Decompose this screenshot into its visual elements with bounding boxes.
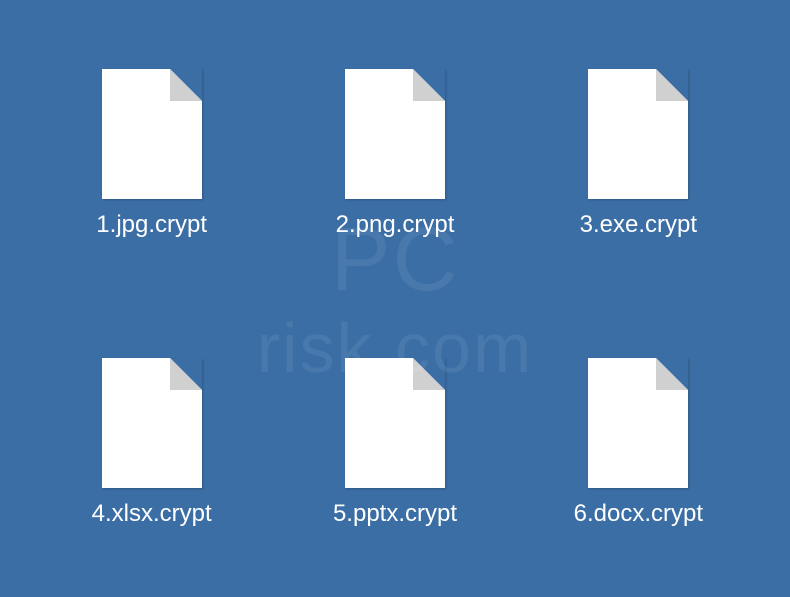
file-label: 4.xlsx.crypt [92, 500, 212, 528]
file-item[interactable]: 1.jpg.crypt [91, 64, 212, 244]
file-item[interactable]: 6.docx.crypt [569, 353, 708, 533]
file-label: 1.jpg.crypt [96, 211, 207, 239]
file-item[interactable]: 5.pptx.crypt [328, 353, 462, 533]
file-icon [102, 358, 202, 488]
file-item[interactable]: 3.exe.crypt [575, 64, 702, 244]
file-icon [102, 69, 202, 199]
file-label: 6.docx.crypt [574, 500, 703, 528]
file-icon [588, 69, 688, 199]
file-icon [345, 69, 445, 199]
file-icon [345, 358, 445, 488]
desktop-area: 1.jpg.crypt 2.png.crypt 3.exe.crypt 4.xl… [0, 0, 790, 597]
file-item[interactable]: 4.xlsx.crypt [87, 353, 217, 533]
file-icon [588, 358, 688, 488]
file-item[interactable]: 2.png.crypt [331, 64, 460, 244]
file-label: 2.png.crypt [336, 211, 455, 239]
file-label: 3.exe.crypt [580, 211, 697, 239]
file-label: 5.pptx.crypt [333, 500, 457, 528]
